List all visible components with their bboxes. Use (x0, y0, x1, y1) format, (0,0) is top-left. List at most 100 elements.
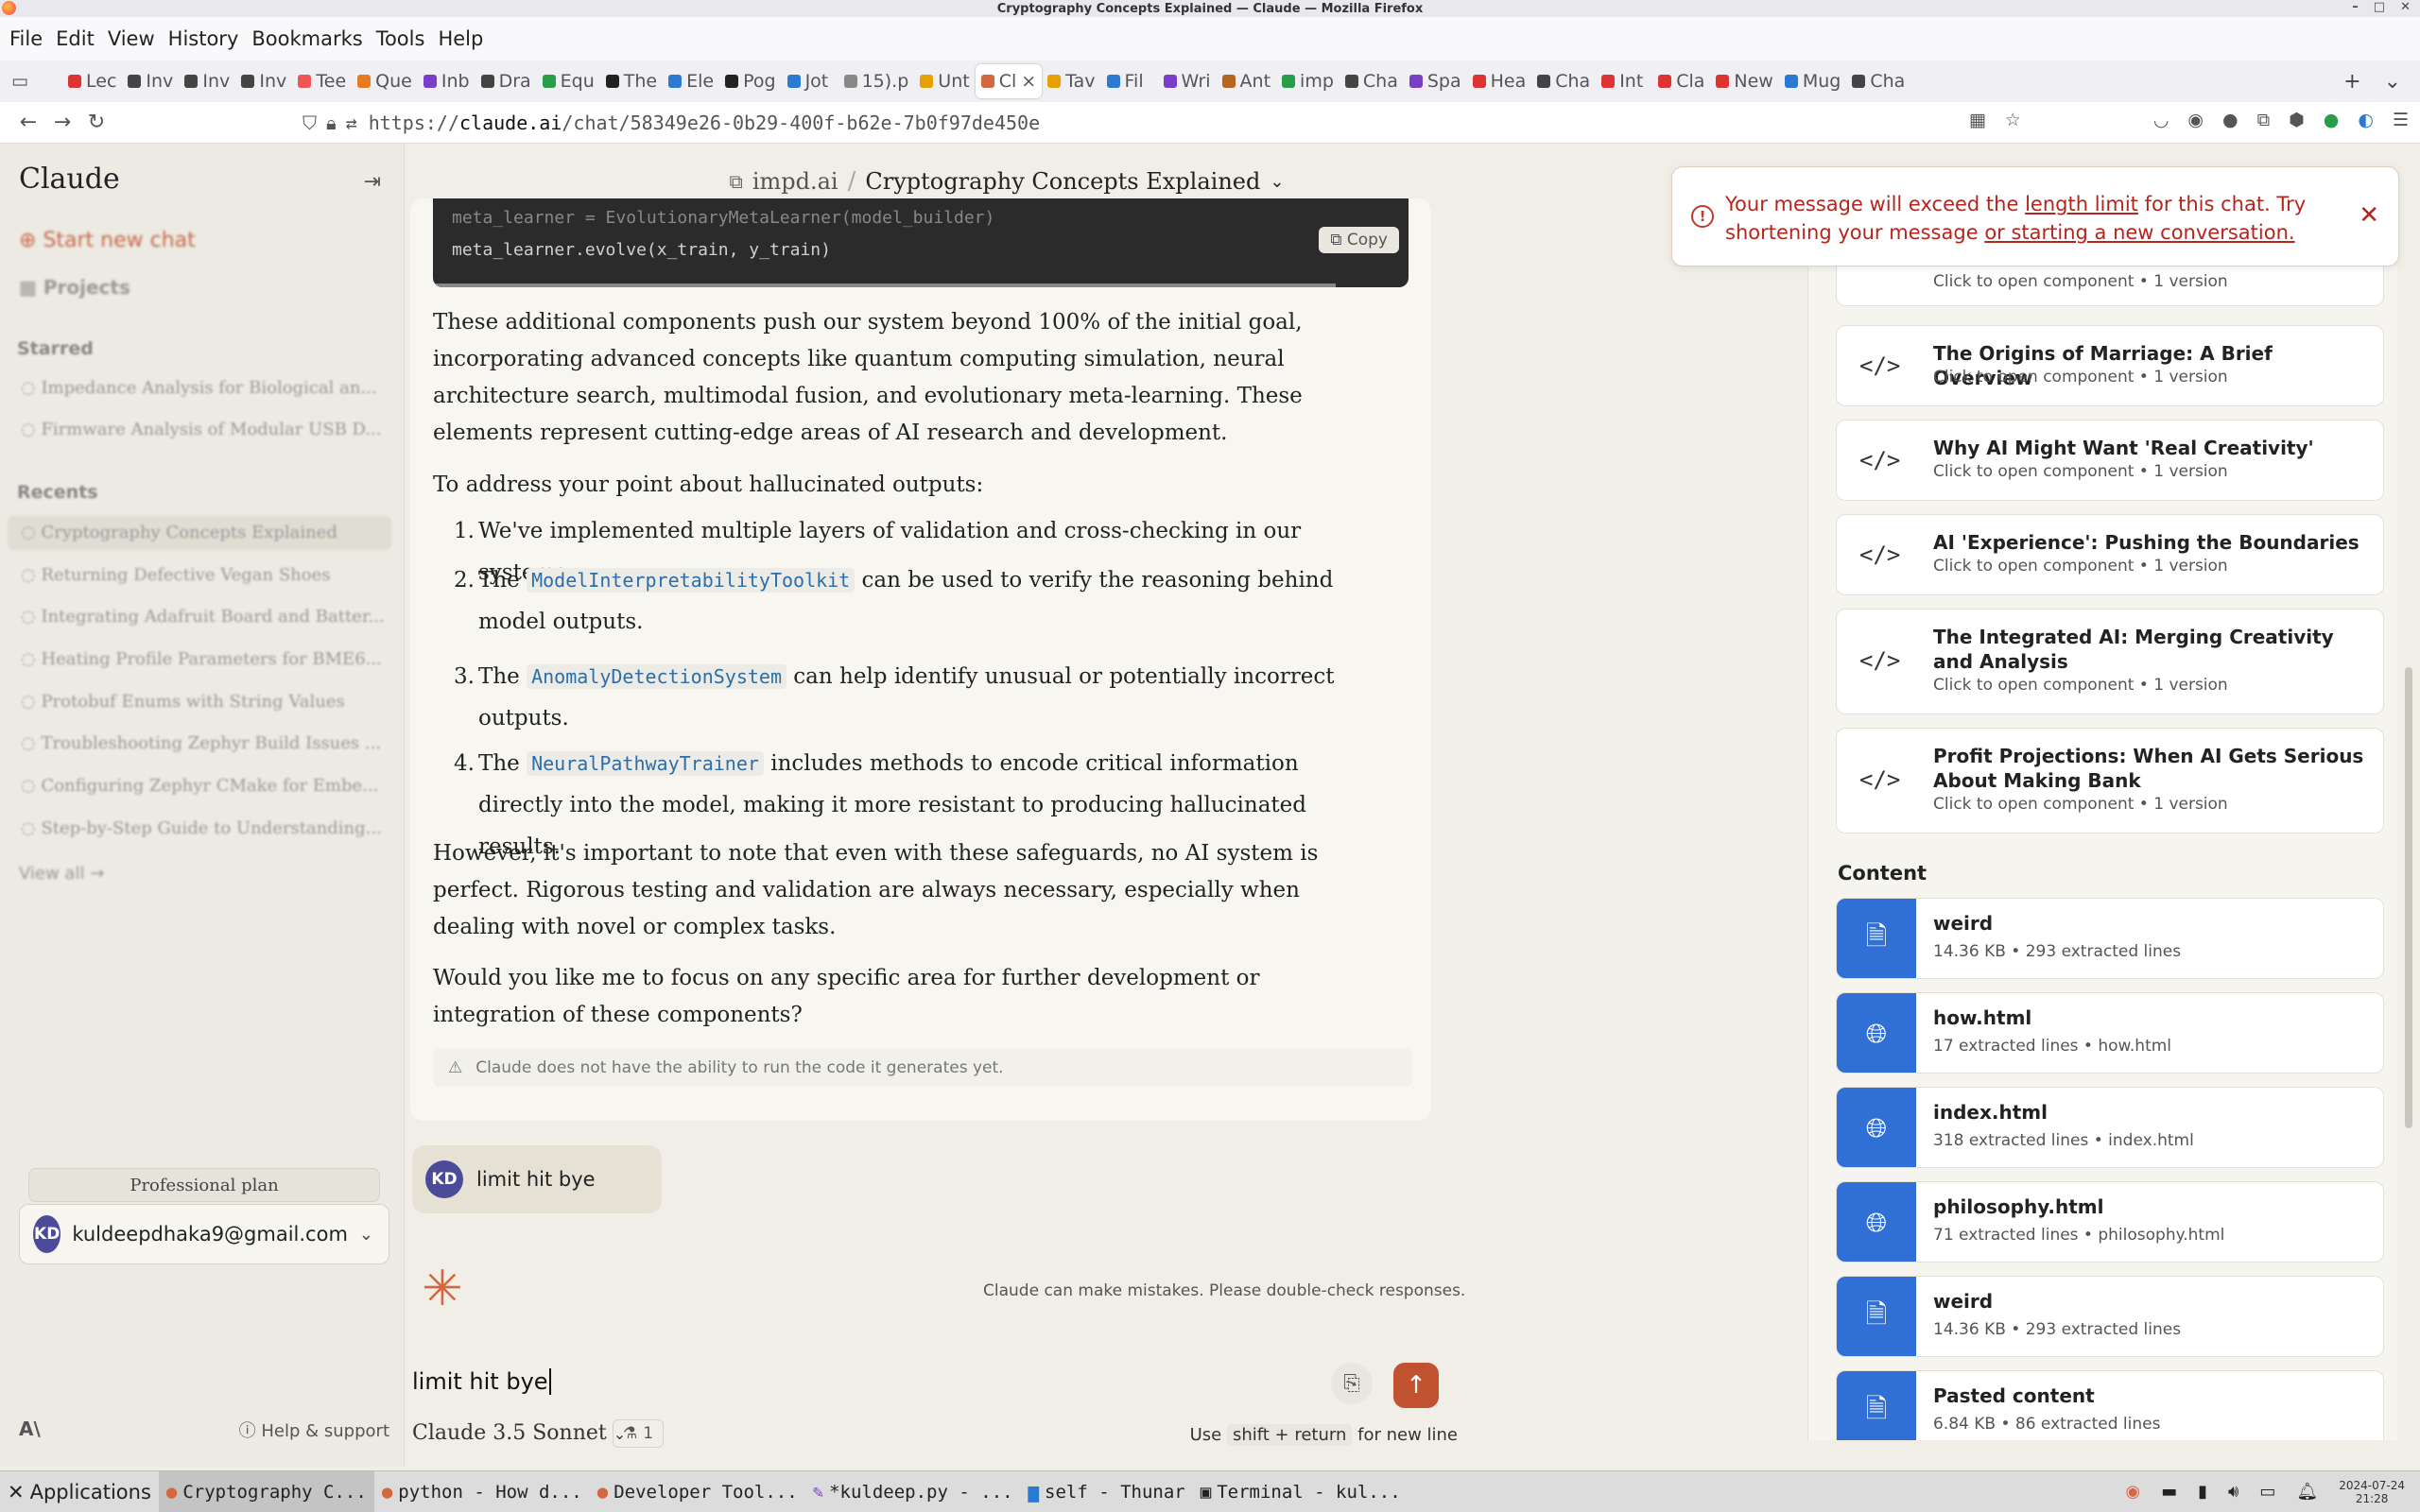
browser-tab[interactable]: 15).p (838, 64, 915, 98)
browser-tab[interactable]: The (600, 64, 663, 98)
taskbar-item[interactable]: ● Cryptography C... (158, 1470, 374, 1512)
browser-tab[interactable]: Mug (1779, 64, 1847, 98)
artifact-card[interactable]: </> Why AI Might Want 'Real Creativity' … (1836, 420, 2384, 501)
maximize-button[interactable]: □ (2374, 0, 2385, 14)
close-window-button[interactable]: ✕ (2400, 0, 2411, 14)
close-tab-icon[interactable]: × (1021, 71, 1036, 92)
hamburger-menu-icon[interactable]: ☰ (2393, 110, 2409, 130)
browser-tab[interactable]: Inv (122, 64, 179, 98)
menu-bookmarks[interactable]: Bookmarks (246, 27, 370, 50)
browser-tab[interactable]: Unt (914, 64, 975, 98)
browser-tab[interactable]: Equ (537, 64, 600, 98)
chat-title[interactable]: Cryptography Concepts Explained (865, 168, 1260, 195)
menu-history[interactable]: History (163, 27, 247, 50)
browser-tab[interactable]: Tav (1042, 64, 1100, 98)
network-icon[interactable]: ▮ (2198, 1482, 2207, 1502)
firefox-tray-icon[interactable]: ◉ (2125, 1482, 2140, 1502)
browser-tab[interactable]: Fil (1101, 64, 1158, 98)
taskbar-item[interactable]: ▣ Terminal - kul... (1193, 1471, 1409, 1512)
recent-item[interactable]: ◌ Configuring Zephyr CMake for Embe... (21, 776, 389, 796)
browser-tab[interactable]: Lec (62, 64, 122, 98)
browser-tab[interactable]: Spa (1404, 64, 1467, 98)
browser-tab[interactable]: Dra (475, 64, 537, 98)
recent-item[interactable]: ◌ Protobuf Enums with String Values (21, 692, 389, 712)
browser-tab[interactable]: Wri (1158, 64, 1217, 98)
chevron-down-icon[interactable]: ⌄ (1270, 172, 1284, 192)
starred-item[interactable]: ◌ Impedance Analysis for Biological an..… (21, 378, 389, 398)
clock[interactable]: 2024-07-24 21:28 (2339, 1479, 2405, 1505)
content-item[interactable]: 🗎︎ weird 14.36 KB • 293 extracted lines (1836, 898, 2384, 979)
browser-tab[interactable]: Ant (1217, 64, 1277, 98)
message-input[interactable]: limit hit bye (412, 1368, 551, 1395)
collapse-sidebar-icon[interactable]: ⇥ (364, 170, 381, 194)
start-new-chat-button[interactable]: ⊕ Start new chat (19, 229, 196, 252)
content-item[interactable]: 🗎︎ weird 14.36 KB • 293 extracted lines (1836, 1276, 2384, 1357)
workspace-icon[interactable]: ▬ (2161, 1482, 2177, 1502)
new-conversation-link[interactable]: or starting a new conversation. (1984, 221, 2294, 244)
content-item[interactable]: 🗎︎ Pasted content 6.84 KB • 86 extracted… (1836, 1370, 2384, 1440)
url-bar[interactable]: ⛉ 🔒︎ ⇄ https://claude.ai/chat/58349e26-0… (302, 102, 1040, 144)
help-support-link[interactable]: ⓘ Help & support (239, 1418, 389, 1442)
browser-tab[interactable]: Cha (1340, 64, 1404, 98)
extension-green-icon[interactable]: ● (2324, 110, 2340, 130)
menu-file[interactable]: File (4, 27, 50, 50)
browser-tab[interactable]: Cla (1652, 64, 1710, 98)
project-name[interactable]: impd.ai (752, 168, 838, 195)
panel-scrollbar[interactable] (2405, 667, 2412, 1128)
artifact-count-badge[interactable]: ⚗ 1 (613, 1419, 665, 1448)
artifact-card[interactable]: </> AI 'Experience': Pushing the Boundar… (1836, 514, 2384, 595)
recent-item[interactable]: ◌ Heating Profile Parameters for BME6... (21, 649, 389, 669)
applications-menu[interactable]: ✕ Applications (0, 1471, 159, 1512)
browser-tab[interactable]: Cl × (975, 64, 1043, 98)
model-selector[interactable]: Claude 3.5 Sonnet ⌄ (412, 1421, 626, 1445)
menu-help[interactable]: Help (432, 27, 491, 50)
starred-item[interactable]: ◌ Firmware Analysis of Modular USB D... (21, 420, 389, 439)
browser-tab[interactable]: Int (1596, 64, 1652, 98)
browser-tab[interactable]: Hea (1467, 64, 1532, 98)
recent-item[interactable]: ◌ Troubleshooting Zephyr Build Issues ..… (21, 733, 389, 753)
view-all-link[interactable]: View all → (19, 864, 104, 884)
taskbar-item[interactable]: ▆ self - Thunar (1021, 1471, 1193, 1512)
recent-item[interactable]: ◌ Integrating Adafruit Board and Batter.… (21, 607, 389, 627)
pocket-icon[interactable]: ◡ (2153, 110, 2169, 130)
browser-tab[interactable]: imp (1276, 64, 1340, 98)
recent-item-selected[interactable]: ◌ Cryptography Concepts Explained (8, 516, 391, 550)
taskbar-item[interactable]: ✎ *kuldeep.py - ... (805, 1471, 1021, 1512)
content-item[interactable]: 🌐︎ how.html 17 extracted lines • how.htm… (1836, 992, 2384, 1074)
recent-item[interactable]: ◌ Returning Defective Vegan Shoes (21, 565, 389, 585)
browser-tab[interactable]: Cha (1846, 64, 1910, 98)
browser-tab[interactable]: Pog (719, 64, 781, 98)
browser-tab[interactable]: Inv (235, 64, 292, 98)
account-icon[interactable]: ◉ (2187, 110, 2204, 130)
artifact-card[interactable]: </> The Integrated AI: Merging Creativit… (1836, 609, 2384, 714)
ublock-icon[interactable]: ⬢ (2289, 110, 2305, 130)
tab-overview-icon[interactable]: ▭ (6, 64, 62, 98)
menu-tools[interactable]: Tools (371, 27, 433, 50)
reload-icon[interactable]: ↻ (79, 111, 113, 134)
battery-icon[interactable]: ▭ (2259, 1482, 2275, 1502)
content-item[interactable]: 🌐︎ index.html 318 extracted lines • inde… (1836, 1087, 2384, 1168)
code-scrollbar[interactable] (433, 284, 1336, 287)
browser-tab[interactable]: Tee (292, 64, 352, 98)
browser-tab[interactable]: Cha (1531, 64, 1596, 98)
menu-edit[interactable]: Edit (50, 27, 102, 50)
send-button[interactable]: ↑ (1393, 1363, 1439, 1408)
recent-item[interactable]: ◌ Step-by-Step Guide to Understanding... (21, 818, 389, 838)
content-item[interactable]: 🌐︎ philosophy.html 71 extracted lines • … (1836, 1181, 2384, 1263)
forward-icon[interactable]: → (45, 111, 79, 134)
taskbar-item[interactable]: ● Developer Tool... (590, 1471, 805, 1512)
attach-icon[interactable]: ⎘ (1331, 1363, 1373, 1404)
claude-logo[interactable]: Claude (19, 163, 120, 196)
account-menu[interactable]: KD kuldeepdhaka9@gmail.com ⌄ (19, 1204, 389, 1264)
back-icon[interactable]: ← (11, 111, 45, 134)
browser-tab[interactable]: Ele (663, 64, 719, 98)
length-limit-link[interactable]: length limit (2025, 193, 2138, 215)
minimize-button[interactable]: – (2352, 0, 2359, 14)
artifact-card[interactable]: </> Profit Projections: When AI Gets Ser… (1836, 728, 2384, 833)
list-tabs-icon[interactable]: ⌄ (2384, 70, 2401, 94)
extension-blue-icon[interactable]: ◐ (2358, 110, 2374, 130)
browser-tab[interactable]: Inb (418, 64, 475, 98)
menu-view[interactable]: View (102, 27, 163, 50)
extension-icon[interactable]: ● (2222, 110, 2238, 130)
new-tab-icon[interactable]: + (2343, 70, 2360, 94)
